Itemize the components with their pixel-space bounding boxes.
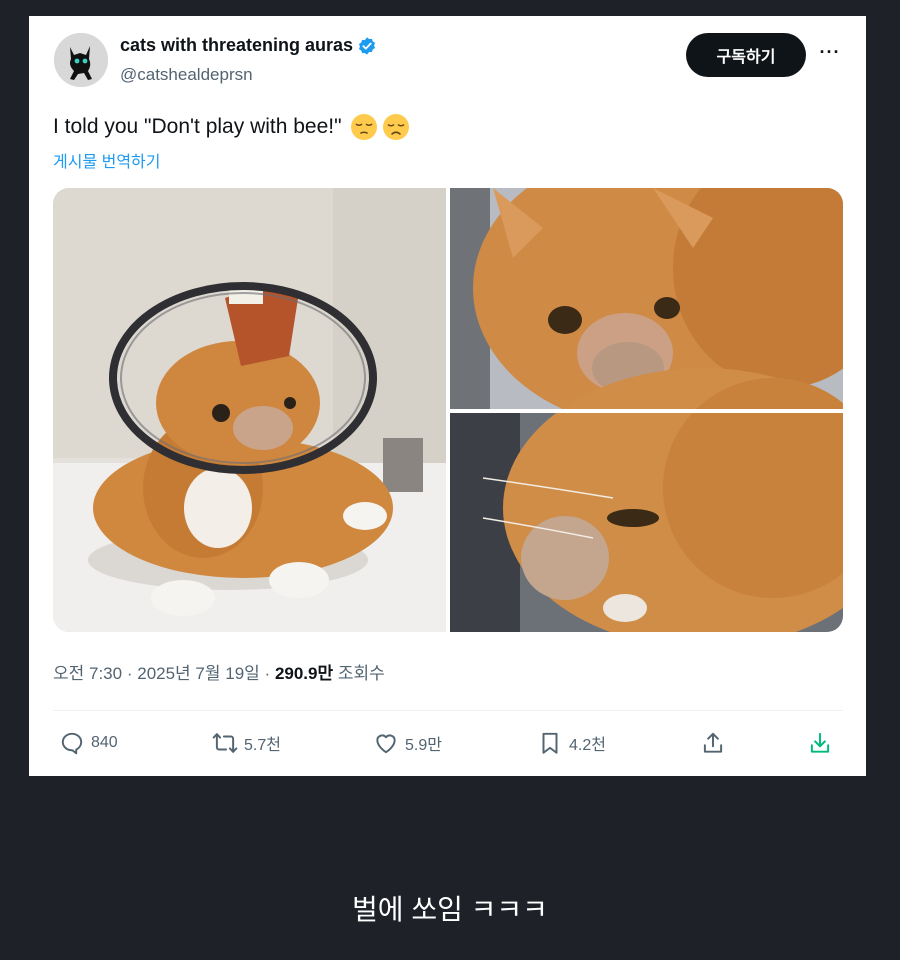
post-meta: 오전 7:30 · 2025년 7월 19일 · 290.9만 조회수 [53,659,385,684]
heart-icon [376,734,396,754]
photo-cat-cone[interactable] [53,188,446,632]
disappointed-face-emoji-icon [382,114,409,140]
download-icon [810,732,830,753]
reply-count: 840 [91,734,118,751]
reply-icon [61,732,83,755]
like-button[interactable]: 5.9만 [373,728,442,758]
author-name-row: cats with threatening auras [120,35,377,56]
tweet-text: I told you "Don't play with bee!" [53,115,342,138]
meta-separator: · [264,664,271,683]
post-date[interactable]: 2025년 7월 19일 [137,664,260,683]
bookmark-button[interactable]: 4.2천 [537,728,606,758]
display-name[interactable]: cats with threatening auras [120,35,353,56]
bookmark-count: 4.2천 [569,737,606,754]
subscribe-button[interactable]: 구독하기 [686,33,806,77]
share-button[interactable] [700,728,726,758]
media-grid [53,188,843,632]
tweet-text-row: I told you "Don't play with bee!" [53,113,410,141]
verified-badge-icon [359,36,376,55]
black-cat-avatar-image [54,33,108,87]
view-label: 조회수 [337,664,385,683]
handle[interactable]: @catshealdeprsn [120,65,253,85]
like-count: 5.9만 [405,737,442,754]
post-caption: 벌에 쏘임 ㅋㅋㅋ [352,894,548,925]
divider [53,710,843,711]
view-count: 290.9만 [274,664,334,683]
avatar[interactable] [54,33,108,87]
media-divider-horizontal [450,409,843,413]
repost-icon [212,733,238,753]
media-grid-svg [53,188,843,632]
translate-post-link[interactable]: 게시물 번역하기 [53,148,161,172]
bookmark-icon [542,732,558,754]
media-divider-vertical [446,188,450,632]
share-icon [703,732,723,753]
meta-separator: · [126,664,133,683]
repost-count: 5.7천 [244,737,281,754]
pensive-face-emoji-icon [350,114,377,140]
download-button[interactable] [807,728,833,758]
reply-button[interactable]: 840 [59,728,118,758]
more-options-icon[interactable]: ··· [815,42,845,68]
post-time[interactable]: 오전 7:30 [53,664,122,683]
tweet-card: cats with threatening auras @catshealdep… [29,16,866,776]
repost-button[interactable]: 5.7천 [212,728,281,758]
